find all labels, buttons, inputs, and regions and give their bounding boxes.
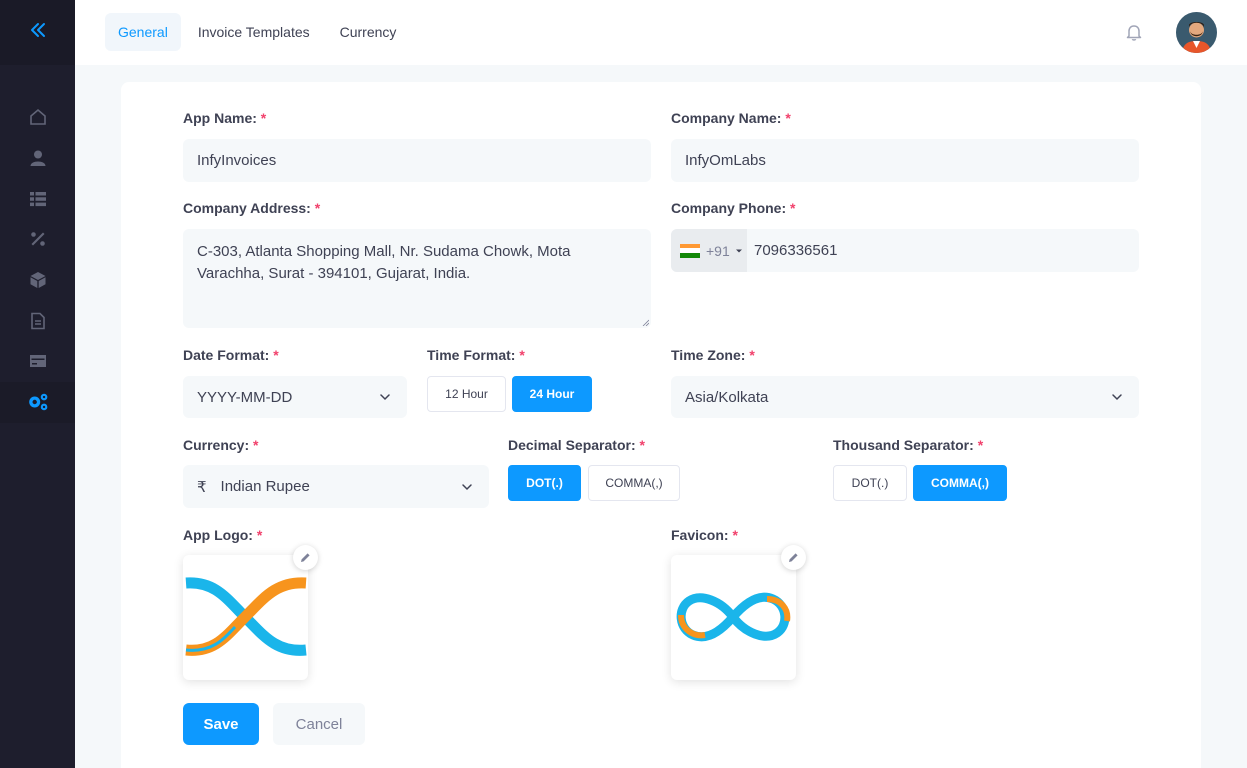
edit-app-logo-button[interactable]: [293, 545, 318, 570]
app-name-label: App Name: *: [183, 110, 267, 126]
time-format-24-hour-button[interactable]: 24 Hour: [512, 376, 592, 412]
chevron-down-icon: [462, 483, 472, 490]
favicon-label: Favicon: *: [671, 527, 738, 543]
time-zone-select[interactable]: Asia/Kolkata: [671, 376, 1139, 418]
user-icon: [30, 150, 45, 167]
document-icon: [30, 312, 45, 330]
required-mark: *: [260, 110, 267, 126]
decimal-dot-button[interactable]: DOT(.): [508, 465, 581, 501]
double-chevron-left-icon[interactable]: [29, 21, 47, 44]
resize-grip-icon[interactable]: [642, 319, 649, 326]
tab-currency[interactable]: Currency: [327, 13, 410, 51]
decimal-separator-label: Decimal Separator: *: [508, 437, 645, 453]
sidebar-item-categories[interactable]: [0, 260, 75, 301]
india-flag-icon: [680, 243, 700, 258]
favicon-image: [676, 592, 791, 642]
settings-icon: [28, 393, 47, 411]
required-mark: *: [785, 110, 791, 126]
company-address-textarea[interactable]: C-303, Atlanta Shopping Mall, Nr. Sudama…: [183, 229, 651, 328]
company-name-value: InfyOmLabs: [685, 152, 766, 169]
thousand-separator-label: Thousand Separator: *: [833, 437, 984, 453]
tab-invoice-templates[interactable]: Invoice Templates: [185, 13, 323, 51]
company-name-input[interactable]: InfyOmLabs: [671, 139, 1139, 182]
sidebar-item-invoices[interactable]: [0, 300, 75, 341]
percent-icon: [30, 232, 45, 247]
app-logo-label: App Logo: *: [183, 527, 263, 543]
currency-select[interactable]: ₹ Indian Rupee: [183, 465, 489, 508]
sidebar: [0, 0, 75, 768]
dial-code: +91: [706, 242, 730, 259]
sidebar-item-products[interactable]: [0, 178, 75, 219]
top-bar: General Invoice Templates Currency: [75, 0, 1247, 65]
time-zone-label: Time Zone: *: [671, 347, 755, 363]
country-code-dropdown[interactable]: +91: [671, 229, 747, 272]
required-mark: *: [314, 200, 321, 216]
company-phone-label: Company Phone: *: [671, 200, 796, 216]
thousand-dot-button[interactable]: DOT(.): [833, 465, 907, 501]
bell-icon[interactable]: [1124, 22, 1144, 42]
user-avatar[interactable]: [1176, 12, 1217, 53]
required-mark: *: [273, 347, 279, 363]
app-logo-image: [185, 577, 307, 656]
sidebar-item-payments[interactable]: [0, 341, 75, 382]
list-icon: [29, 191, 46, 206]
required-mark: *: [256, 527, 263, 543]
edit-favicon-button[interactable]: [781, 545, 806, 570]
decimal-comma-button[interactable]: COMMA(,): [588, 465, 680, 501]
required-mark: *: [519, 347, 525, 363]
date-format-label: Date Format: *: [183, 347, 279, 363]
cancel-button[interactable]: Cancel: [273, 703, 365, 745]
credit-card-icon: [29, 355, 46, 368]
sidebar-item-clients[interactable]: [0, 138, 75, 179]
phone-number-value: 7096336561: [754, 242, 838, 259]
required-mark: *: [790, 200, 796, 216]
required-mark: *: [977, 437, 984, 453]
rupee-symbol: ₹: [197, 478, 207, 496]
currency-value: Indian Rupee: [220, 478, 310, 495]
required-mark: *: [639, 437, 645, 453]
sidebar-item-settings[interactable]: [0, 381, 75, 423]
sidebar-nav: [0, 65, 75, 423]
thousand-comma-button[interactable]: COMMA(,): [913, 465, 1007, 501]
app-name-input[interactable]: InfyInvoices: [183, 139, 651, 182]
pencil-icon: [301, 553, 310, 562]
required-mark: *: [749, 347, 755, 363]
time-zone-value: Asia/Kolkata: [685, 388, 769, 406]
caret-down-icon: [735, 249, 742, 252]
time-format-label: Time Format: *: [427, 347, 525, 363]
sidebar-item-taxes[interactable]: [0, 219, 75, 260]
date-format-select[interactable]: YYYY-MM-DD: [183, 376, 407, 418]
date-format-value: YYYY-MM-DD: [197, 388, 293, 406]
tab-general[interactable]: General: [105, 13, 181, 51]
favicon-preview: [671, 555, 796, 680]
sidebar-item-dashboard[interactable]: [0, 97, 75, 138]
chevron-down-icon: [1112, 394, 1122, 401]
app-name-value: InfyInvoices: [197, 152, 277, 169]
home-icon: [29, 109, 46, 126]
company-address-value: C-303, Atlanta Shopping Mall, Nr. Sudama…: [197, 243, 571, 282]
currency-label: Currency: *: [183, 437, 259, 453]
company-address-label: Company Address: *: [183, 200, 321, 216]
time-format-12-hour-button[interactable]: 12 Hour: [427, 376, 506, 412]
save-button[interactable]: Save: [183, 703, 259, 745]
required-mark: *: [253, 437, 259, 453]
required-mark: *: [732, 527, 738, 543]
sidebar-header: [0, 0, 75, 65]
company-phone-input[interactable]: +91 7096336561: [671, 229, 1139, 272]
tab-bar: General Invoice Templates Currency: [105, 13, 413, 51]
pencil-icon: [789, 553, 798, 562]
app-logo-preview: [183, 555, 308, 680]
company-name-label: Company Name: *: [671, 110, 791, 126]
chevron-down-icon: [380, 394, 390, 401]
box-icon: [30, 272, 45, 289]
settings-card: App Name: * InfyInvoices Company Name: *…: [121, 82, 1201, 768]
